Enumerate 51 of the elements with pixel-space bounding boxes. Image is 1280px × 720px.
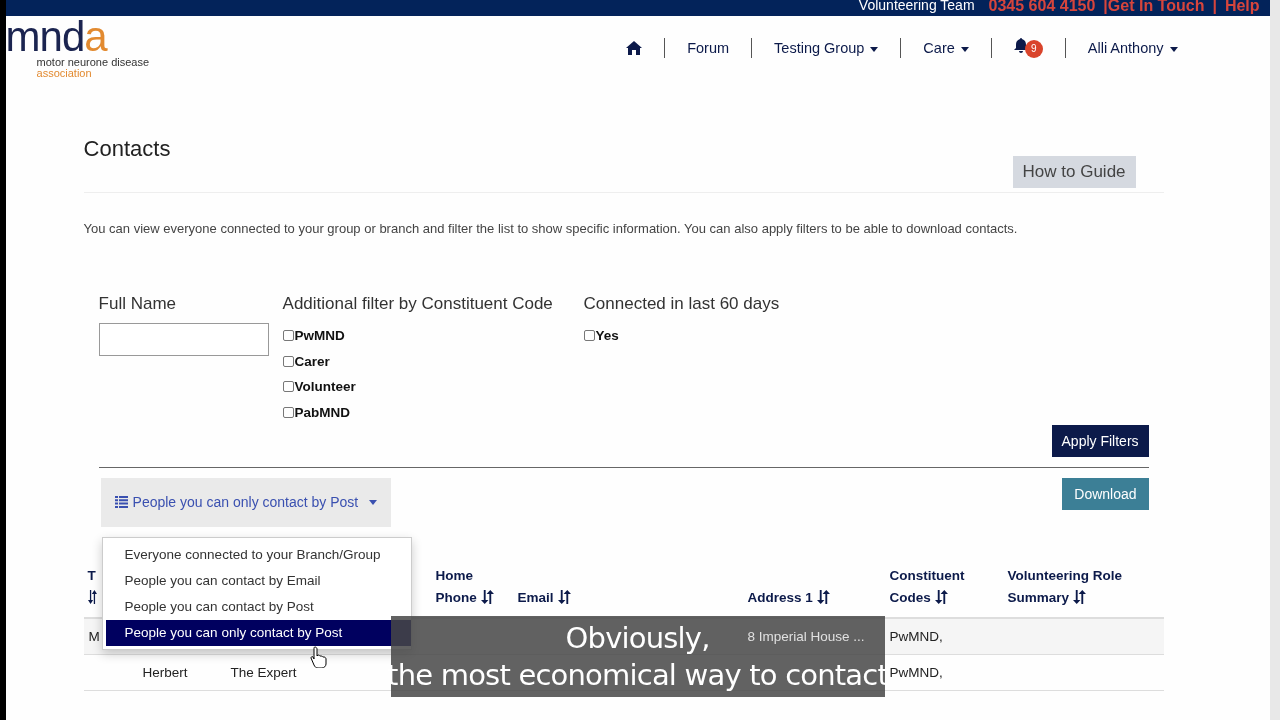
- checkbox[interactable]: [282, 330, 294, 342]
- nav-link[interactable]: Alli Anthony: [1087, 40, 1178, 56]
- page-title: Contacts: [83, 136, 171, 162]
- caret-icon: [369, 499, 378, 505]
- checkbox[interactable]: [282, 381, 294, 393]
- team-label: Volunteering Team: [858, 0, 975, 13]
- checkbox-label[interactable]: PabMND: [282, 399, 584, 425]
- menu-item[interactable]: People you can contact by Post: [105, 594, 411, 620]
- home-icon[interactable]: [626, 41, 643, 55]
- table-cell: The Expert: [230, 665, 297, 680]
- menu-item[interactable]: Everyone connected to your Branch/Group: [105, 542, 411, 568]
- bell-icon[interactable]: [1013, 38, 1028, 53]
- filter-label: Additional filter by Constituent Code: [282, 294, 554, 314]
- notification-badge: 9: [1024, 40, 1043, 58]
- view-dropdown[interactable]: People you can only contact by Post: [100, 478, 392, 527]
- column-header[interactable]: T: [87, 565, 97, 609]
- phone-number: 0345 604 4150: [988, 0, 1096, 14]
- column-header[interactable]: Home Phone: [435, 565, 504, 609]
- checkbox-label[interactable]: Carer: [282, 348, 584, 374]
- nav-link[interactable]: Forum: [687, 40, 730, 56]
- table-cell: 8 Imperial House ...: [747, 629, 865, 644]
- column-header[interactable]: Constituent Codes: [889, 565, 994, 609]
- scrollbar[interactable]: [1269, 0, 1280, 720]
- field-label: Full Name: [98, 294, 178, 314]
- subtitle-line: Obviously,: [565, 619, 710, 657]
- checkbox-label[interactable]: PwMND: [282, 323, 584, 349]
- logo-tagline: motor neurone disease: [36, 56, 150, 68]
- nav-link[interactable]: Testing Group: [774, 40, 879, 56]
- table-cell: M: [88, 629, 100, 644]
- checkbox[interactable]: [583, 330, 595, 342]
- checkbox-label[interactable]: Volunteer: [282, 374, 584, 400]
- guide-button[interactable]: How to Guide: [1012, 156, 1136, 188]
- checkbox[interactable]: [282, 406, 294, 418]
- nav-link[interactable]: Care: [923, 40, 969, 56]
- filter-label: Connected in last 60 days: [583, 294, 780, 314]
- table-cell: Herbert: [142, 665, 188, 680]
- column-header[interactable]: Address 1: [747, 587, 830, 609]
- table-cell: PwMND,: [889, 665, 943, 680]
- column-header[interactable]: Email: [517, 587, 571, 609]
- apply-filters-button[interactable]: Apply Filters: [1051, 425, 1149, 457]
- checkbox-label[interactable]: Yes: [583, 323, 780, 349]
- logo[interactable]: mnda: [5, 18, 150, 56]
- table-cell: PwMND,: [889, 629, 943, 644]
- download-button[interactable]: Download: [1062, 478, 1149, 510]
- checkbox[interactable]: [282, 355, 294, 367]
- logo-tagline: association: [36, 68, 93, 79]
- name-field[interactable]: [98, 323, 269, 356]
- list-icon: [114, 496, 128, 508]
- menu-item[interactable]: People you can contact by Email: [105, 568, 411, 594]
- page-description: You can view everyone connected to your group or branch and filter the list to show specific information. You can also apply filters to be able to download contacts.: [83, 221, 1019, 236]
- column-header[interactable]: Volunteering Role Summary: [1007, 565, 1157, 609]
